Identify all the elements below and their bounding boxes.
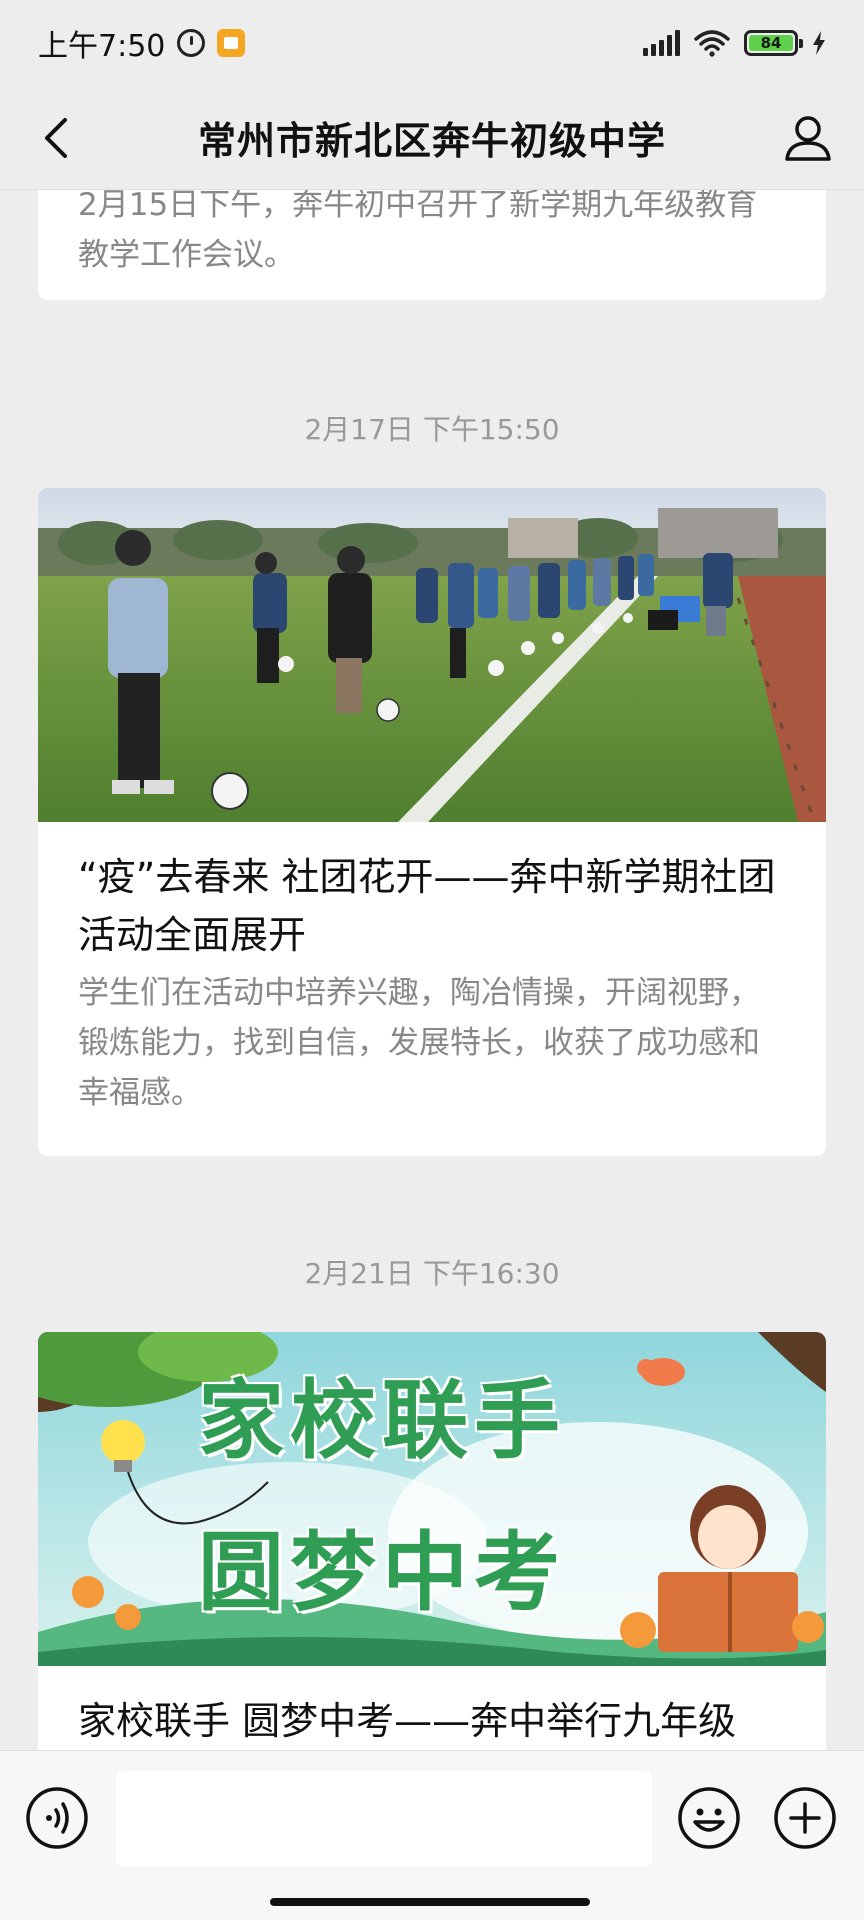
profile-button[interactable] bbox=[778, 108, 838, 168]
poster-line-2: 圆梦中考 bbox=[198, 1522, 566, 1623]
status-bar: 上午7:50 84 bbox=[0, 0, 864, 86]
back-button[interactable] bbox=[30, 112, 82, 164]
home-indicator[interactable] bbox=[270, 1898, 590, 1906]
article-card[interactable]: 2月15日下午，奔牛初中召开了新学期九年级教育教学工作会议。 bbox=[38, 190, 826, 300]
article-title: 家校联手 圆梦中考——奔中举行九年级 bbox=[78, 1699, 737, 1743]
article-desc: 学生们在活动中培养兴趣，陶冶情操，开阔视野，锻炼能力，找到自信，发展特长，收获了… bbox=[78, 975, 760, 1111]
page-title: 常州市新北区奔牛初级中学 bbox=[197, 119, 666, 163]
plus-button[interactable] bbox=[772, 1785, 838, 1851]
article-image bbox=[38, 488, 826, 822]
message-input[interactable] bbox=[116, 1771, 652, 1867]
voice-button[interactable] bbox=[24, 1785, 90, 1851]
status-right: 84 bbox=[643, 29, 826, 57]
poster-line-1: 家校联手 bbox=[198, 1370, 566, 1471]
voice-icon bbox=[26, 1787, 88, 1849]
timestamp: 2月17日 下午15:50 bbox=[304, 413, 560, 446]
timestamp: 2月21日 下午16:30 bbox=[304, 1257, 560, 1290]
wifi-icon bbox=[694, 29, 730, 57]
input-bar bbox=[0, 1750, 864, 1920]
person-icon bbox=[785, 116, 831, 161]
battery-icon: 84 bbox=[744, 30, 803, 56]
app-badge-icon bbox=[217, 29, 246, 57]
alarm-icon bbox=[177, 29, 206, 57]
emoji-button[interactable] bbox=[676, 1785, 742, 1851]
article-title: “疫”去春来 社团花开——奔中新学期社团活动全面展开 bbox=[78, 855, 776, 957]
article-feed[interactable]: 2月15日下午，奔牛初中召开了新学期九年级教育教学工作会议。 2月17日 下午1… bbox=[0, 190, 864, 1750]
emoji-icon bbox=[678, 1787, 740, 1849]
plus-icon bbox=[774, 1787, 836, 1849]
chevron-left-icon bbox=[45, 118, 67, 158]
nav-bar: 常州市新北区奔牛初级中学 bbox=[0, 86, 864, 190]
charging-bolt-icon bbox=[812, 31, 826, 55]
battery-level: 84 bbox=[749, 35, 793, 51]
article-image: 家校联手 圆梦中考 bbox=[38, 1332, 826, 1666]
status-time: 上午7:50 bbox=[38, 29, 166, 64]
status-left: 上午7:50 bbox=[38, 21, 246, 65]
signal-icon bbox=[643, 30, 680, 56]
article-card[interactable]: 家校联手 圆梦中考 家校联手 圆梦中考——奔中举行九年级 bbox=[38, 1332, 826, 1750]
article-card[interactable]: “疫”去春来 社团花开——奔中新学期社团活动全面展开 学生们在活动中培养兴趣，陶… bbox=[38, 488, 826, 1156]
article-desc: 2月15日下午，奔牛初中召开了新学期九年级教育教学工作会议。 bbox=[78, 190, 758, 273]
